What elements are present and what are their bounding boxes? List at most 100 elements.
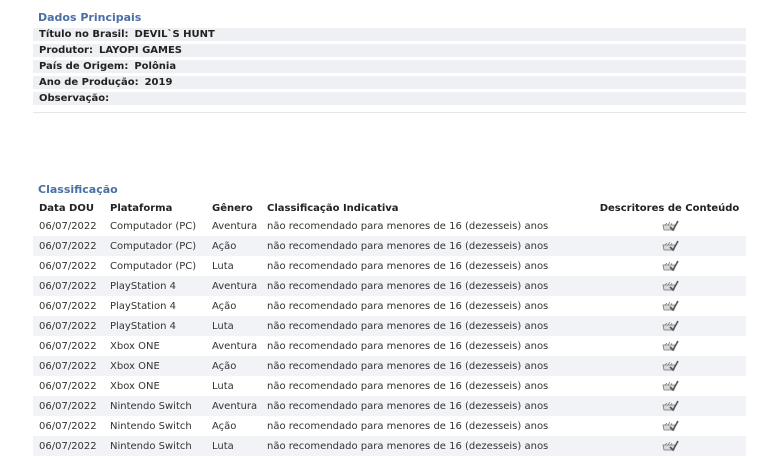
cell-descritores[interactable] [587, 376, 746, 396]
cell-plataforma: Computador (PC) [104, 256, 206, 276]
descriptor-icon[interactable] [661, 419, 679, 433]
descriptor-icon[interactable] [661, 219, 679, 233]
cell-data-dou: 06/07/2022 [33, 356, 104, 376]
info-value: LAYOPI GAMES [99, 45, 183, 56]
table-row: 06/07/2022 Computador (PC) Ação não recomen… [33, 236, 746, 256]
cell-classificacao[interactable]: não recomendado para menores de 16 (deze… [261, 436, 587, 456]
cell-descritores[interactable] [587, 236, 746, 256]
cell-classificacao[interactable]: não recomendado para menores de 16 (deze… [261, 416, 587, 436]
cell-classificacao[interactable]: não recomendado para menores de 16 (deze… [261, 336, 587, 356]
cell-descritores[interactable] [587, 316, 746, 336]
cell-genero: Luta [206, 316, 261, 336]
cell-genero: Ação [206, 296, 261, 316]
cell-data-dou: 06/07/2022 [33, 276, 104, 296]
descriptor-icon[interactable] [661, 339, 679, 353]
cell-plataforma: Nintendo Switch [104, 436, 206, 456]
cell-data-dou: 06/07/2022 [33, 376, 104, 396]
header-classificacao: Classificação Indicativa [267, 202, 399, 214]
header-data-dou: Data DOU [39, 202, 94, 214]
section-title-classificacao: Classificação [38, 183, 118, 196]
table-row: 06/07/2022 Xbox ONE Ação não recomendado pa… [33, 356, 746, 376]
info-label: Observação: [39, 93, 110, 104]
cell-descritores[interactable] [587, 396, 746, 416]
descriptor-icon[interactable] [661, 239, 679, 253]
info-value: Polônia [134, 61, 177, 72]
cell-classificacao[interactable]: não recomendado para menores de 16 (deze… [261, 236, 587, 256]
table-row: 06/07/2022 Computador (PC) Luta não recomen… [33, 256, 746, 276]
descriptor-icon[interactable] [661, 299, 679, 313]
cell-descritores[interactable] [587, 416, 746, 436]
cell-genero: Aventura [206, 276, 261, 296]
descriptor-icon[interactable] [661, 319, 679, 333]
cell-descritores[interactable] [587, 256, 746, 276]
cell-genero: Luta [206, 376, 261, 396]
header-plataforma: Plataforma [110, 202, 173, 214]
cell-classificacao[interactable]: não recomendado para menores de 16 (deze… [261, 296, 587, 316]
cell-plataforma: Xbox ONE [104, 356, 206, 376]
table-row: 06/07/2022 PlayStation 4 Luta não recomenda… [33, 316, 746, 336]
cell-classificacao[interactable]: não recomendado para menores de 16 (deze… [261, 216, 587, 236]
cell-descritores[interactable] [587, 216, 746, 236]
table-row: 06/07/2022 Nintendo Switch Aventura não rec… [33, 396, 746, 416]
cell-descritores[interactable] [587, 356, 746, 376]
table-header-row: Data DOU Plataforma Gênero Classificação… [33, 200, 746, 216]
info-row-pais: País de Origem: Polônia [33, 60, 746, 73]
cell-plataforma: PlayStation 4 [104, 316, 206, 336]
cell-plataforma: Xbox ONE [104, 336, 206, 356]
cell-plataforma: PlayStation 4 [104, 296, 206, 316]
info-label: Produtor: [39, 45, 93, 56]
cell-descritores[interactable] [587, 276, 746, 296]
cell-genero: Aventura [206, 396, 261, 416]
header-descritores: Descritores de Conteúdo [599, 202, 740, 214]
info-row-produtor: Produtor: LAYOPI GAMES [33, 44, 746, 57]
cell-data-dou: 06/07/2022 [33, 256, 104, 276]
cell-descritores[interactable] [587, 296, 746, 316]
cell-genero: Ação [206, 356, 261, 376]
cell-plataforma: Nintendo Switch [104, 396, 206, 416]
info-label: Ano de Produção: [39, 77, 139, 88]
cell-genero: Aventura [206, 336, 261, 356]
cell-data-dou: 06/07/2022 [33, 316, 104, 336]
cell-data-dou: 06/07/2022 [33, 216, 104, 236]
table-row: 06/07/2022 Xbox ONE Aventura não recomendad… [33, 336, 746, 356]
info-value: DEVIL`S HUNT [134, 29, 215, 40]
header-genero: Gênero [212, 202, 253, 214]
cell-data-dou: 06/07/2022 [33, 236, 104, 256]
cell-genero: Aventura [206, 216, 261, 236]
table-row: 06/07/2022 Computador (PC) Aventura não rec… [33, 216, 746, 236]
cell-classificacao[interactable]: não recomendado para menores de 16 (deze… [261, 396, 587, 416]
cell-data-dou: 06/07/2022 [33, 396, 104, 416]
section-title-dados-principais: Dados Principais [38, 11, 142, 24]
cell-plataforma: Computador (PC) [104, 236, 206, 256]
info-row-titulo: Título no Brasil: DEVIL`S HUNT [33, 28, 746, 41]
cell-classificacao[interactable]: não recomendado para menores de 16 (deze… [261, 316, 587, 336]
descriptor-icon[interactable] [661, 259, 679, 273]
descriptor-icon[interactable] [661, 359, 679, 373]
table-row: 06/07/2022 PlayStation 4 Ação não recomenda… [33, 296, 746, 316]
descriptor-icon[interactable] [661, 379, 679, 393]
cell-descritores[interactable] [587, 336, 746, 356]
cell-descritores[interactable] [587, 436, 746, 456]
descriptor-icon[interactable] [661, 439, 679, 453]
table-row: 06/07/2022 Xbox ONE Luta não recomendado pa… [33, 376, 746, 396]
descriptor-icon[interactable] [661, 279, 679, 293]
cell-data-dou: 06/07/2022 [33, 336, 104, 356]
cell-data-dou: 06/07/2022 [33, 296, 104, 316]
cell-plataforma: PlayStation 4 [104, 276, 206, 296]
cell-data-dou: 06/07/2022 [33, 416, 104, 436]
cell-genero: Luta [206, 436, 261, 456]
cell-plataforma: Xbox ONE [104, 376, 206, 396]
cell-classificacao[interactable]: não recomendado para menores de 16 (deze… [261, 256, 587, 276]
cell-classificacao[interactable]: não recomendado para menores de 16 (deze… [261, 276, 587, 296]
info-label: País de Origem: [39, 61, 129, 72]
cell-plataforma: Nintendo Switch [104, 416, 206, 436]
descriptor-icon[interactable] [661, 399, 679, 413]
info-value: 2019 [144, 77, 173, 88]
divider [33, 112, 746, 113]
cell-genero: Luta [206, 256, 261, 276]
cell-classificacao[interactable]: não recomendado para menores de 16 (deze… [261, 356, 587, 376]
cell-data-dou: 06/07/2022 [33, 436, 104, 456]
cell-plataforma: Computador (PC) [104, 216, 206, 236]
cell-classificacao[interactable]: não recomendado para menores de 16 (deze… [261, 376, 587, 396]
info-row-ano: Ano de Produção: 2019 [33, 76, 746, 89]
